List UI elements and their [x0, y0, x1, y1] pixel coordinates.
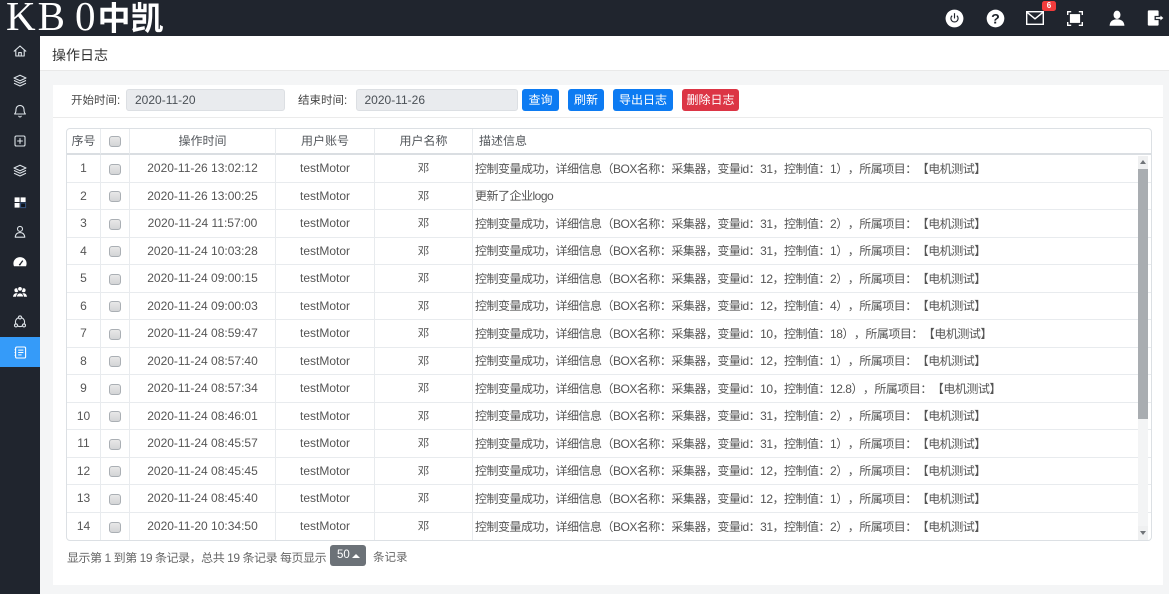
- svg-text:?: ?: [991, 11, 1000, 27]
